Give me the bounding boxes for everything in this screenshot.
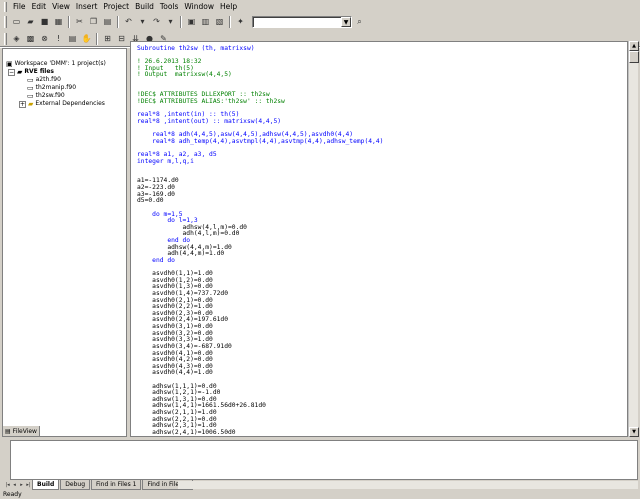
find-combo[interactable]: ▼	[252, 16, 352, 28]
file-item-th2manip[interactable]: ▭ th2manip.f90	[27, 84, 76, 92]
menu-build[interactable]: Build	[132, 1, 157, 13]
output-panel[interactable]	[10, 440, 638, 480]
fileview-icon: ▤	[5, 427, 11, 435]
redo-icon[interactable]: ↷	[150, 16, 163, 29]
file-item-a2th[interactable]: ▭ a2th.f90	[27, 76, 61, 84]
file-icon: ▭	[27, 76, 34, 84]
tab-build[interactable]: Build	[32, 479, 60, 490]
undo-dropdown-icon[interactable]: ▾	[136, 16, 149, 29]
collapse-icon[interactable]: −	[8, 68, 15, 76]
status-bar: Ready	[0, 491, 640, 499]
external-dependencies-label: External Dependencies	[35, 100, 105, 107]
windows-list-icon[interactable]: ▧	[213, 16, 226, 29]
tab-debug[interactable]: Debug	[60, 479, 90, 490]
toolbar-separator	[180, 16, 182, 28]
status-text: Ready	[3, 491, 22, 498]
next-tab-icon[interactable]: ▸	[18, 480, 25, 489]
code-editor[interactable]: Subroutine th2sw (th, matrixsw)! 26.6.20…	[130, 41, 628, 437]
paste-icon[interactable]: ▤	[101, 16, 114, 29]
execute-icon[interactable]: !	[52, 33, 65, 46]
code-line: real*8 ,intent(out) :: matrixsw(4,4,5)	[137, 117, 282, 125]
workspace-panel: ▣ Workspace 'DMM': 1 project(s) − ▰ RVE …	[2, 48, 127, 437]
menu-window[interactable]: Window	[181, 1, 217, 13]
output-window-icon[interactable]: ▥	[199, 16, 212, 29]
chevron-down-icon[interactable]: ▼	[341, 17, 351, 27]
code-line: !DEC$ ATTRIBUTES ALIAS:'th2sw' :: th2sw	[137, 97, 285, 105]
redo-dropdown-icon[interactable]: ▾	[164, 16, 177, 29]
build-icon[interactable]: ▩	[24, 33, 37, 46]
scrollbar-thumb[interactable]	[629, 51, 639, 63]
tab-fileview[interactable]: ▤ FileView	[2, 426, 40, 437]
workspace-root-label: Workspace 'DMM': 1 project(s)	[14, 60, 106, 67]
code-line: asvdh0(4,4)=1.d0	[137, 369, 213, 377]
toolbar-separator	[68, 16, 70, 28]
scroll-up-icon[interactable]: ▲	[629, 41, 639, 51]
tab-fileview-label: FileView	[12, 427, 37, 435]
menu-view[interactable]: View	[49, 1, 73, 13]
scroll-down-icon[interactable]: ▼	[629, 427, 639, 437]
save-icon[interactable]: ■	[38, 16, 51, 29]
workspace-window-icon[interactable]: ▣	[185, 16, 198, 29]
file-label: th2sw.f90	[35, 92, 65, 99]
menu-file[interactable]: File	[10, 1, 29, 13]
toolbar-grip[interactable]	[4, 33, 7, 45]
open-folder-icon[interactable]: ▰	[24, 16, 37, 29]
file-icon: ▭	[27, 92, 34, 100]
code-line: ! Output matrixsw(4,4,5)	[137, 71, 232, 79]
first-tab-icon[interactable]: |◂	[4, 480, 11, 489]
workspace-root[interactable]: ▣ Workspace 'DMM': 1 project(s)	[6, 60, 106, 68]
file-label: th2manip.f90	[35, 84, 77, 91]
workspace-icon: ▣	[6, 60, 13, 68]
project-label: RVE files	[24, 68, 54, 75]
file-label: a2th.f90	[35, 76, 61, 83]
tab-find-in-files-1[interactable]: Find in Files 1	[91, 479, 142, 490]
menu-project[interactable]: Project	[100, 1, 132, 13]
standard-toolbar: ▭ ▰ ■ ▦ ✂ ❐ ▤ ↶ ▾ ↷ ▾ ▣ ▥ ▧ ✦ ▼ ⌕	[0, 14, 640, 30]
menu-edit[interactable]: Edit	[29, 1, 50, 13]
class-wizard-icon[interactable]: ⊞	[101, 33, 114, 46]
file-item-th2sw[interactable]: ▭ th2sw.f90	[27, 92, 65, 100]
browse-icon[interactable]: ⊟	[115, 33, 128, 46]
compile-icon[interactable]: ◈	[10, 33, 23, 46]
new-file-icon[interactable]: ▭	[10, 16, 23, 29]
toolbar-separator	[229, 16, 231, 28]
menu-help[interactable]: Help	[217, 1, 240, 13]
project-node[interactable]: − ▰ RVE files	[8, 68, 54, 76]
external-dependencies-node[interactable]: + ▰ External Dependencies	[19, 100, 105, 108]
menu-insert[interactable]: Insert	[73, 1, 101, 13]
code-line: adhsw(2,4,1)=1006.50d0	[137, 428, 236, 436]
cut-icon[interactable]: ✂	[73, 16, 86, 29]
code-line: integer m,l,q,i	[137, 157, 194, 165]
find-icon[interactable]: ⌕	[353, 16, 366, 29]
go-icon[interactable]: ▤	[66, 33, 79, 46]
toolbar-separator	[96, 33, 98, 45]
expand-icon[interactable]: +	[19, 100, 26, 108]
output-horizontal-scrollbar[interactable]	[178, 481, 638, 489]
menu-bar: File Edit View Insert Project Build Tool…	[0, 0, 640, 14]
menu-tools[interactable]: Tools	[157, 1, 181, 13]
code-line: Subroutine th2sw (th, matrixsw)	[137, 45, 255, 52]
toolbar-separator	[117, 16, 119, 28]
editor-vertical-scrollbar[interactable]: ▲ ▼	[628, 41, 639, 437]
code-line: d5=0.d0	[137, 197, 164, 205]
file-icon: ▭	[27, 84, 34, 92]
output-tabs: |◂ ◂ ▸ ▸| Build Debug Find in Files 1 Fi…	[4, 479, 194, 490]
breakpoint-icon[interactable]: ✋	[80, 33, 93, 46]
copy-icon[interactable]: ❐	[87, 16, 100, 29]
find-in-files-icon[interactable]: ✦	[234, 16, 247, 29]
folder-icon: ▰	[28, 100, 34, 108]
code-line: real*8 adh_temp(4,4),asvtmpl(4,4),asvtmp…	[137, 137, 384, 145]
menubar-grip[interactable]	[4, 2, 7, 12]
undo-icon[interactable]: ↶	[122, 16, 135, 29]
project-folder-icon: ▰	[17, 68, 23, 76]
last-tab-icon[interactable]: ▸|	[25, 480, 32, 489]
code-line: end do	[137, 256, 175, 264]
toolbar-grip[interactable]	[4, 16, 7, 28]
prev-tab-icon[interactable]: ◂	[11, 480, 18, 489]
save-all-icon[interactable]: ▦	[52, 16, 65, 29]
stop-build-icon[interactable]: ⊗	[38, 33, 51, 46]
